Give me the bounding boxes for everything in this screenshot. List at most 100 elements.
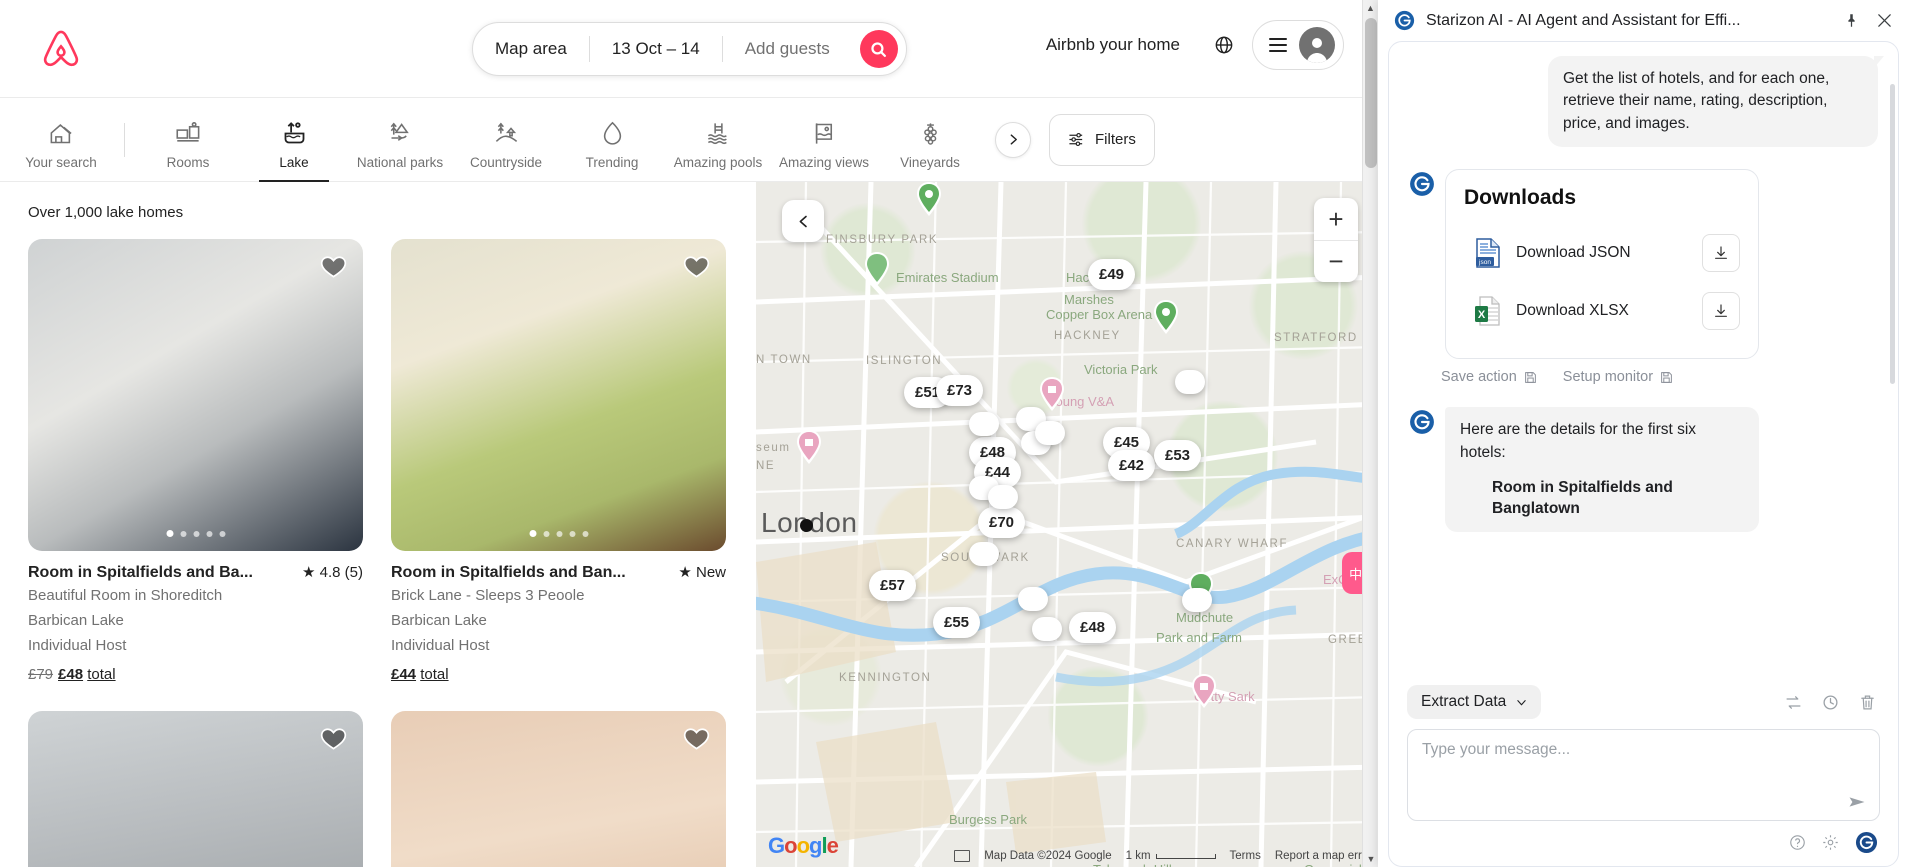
refresh-icon[interactable] bbox=[1785, 694, 1802, 711]
category-amazing-pools[interactable]: Amazing pools bbox=[665, 98, 771, 182]
save-action-button[interactable]: Save action bbox=[1441, 369, 1537, 385]
map-view[interactable]: FINSBURY PARK Emirates Stadium Hackney M… bbox=[756, 182, 1378, 867]
setup-monitor-button[interactable]: Setup monitor bbox=[1563, 369, 1673, 385]
listing-image[interactable] bbox=[28, 711, 363, 867]
category-label: Your search bbox=[25, 154, 97, 170]
heart-icon[interactable] bbox=[320, 725, 347, 752]
map-zoom-out-button[interactable]: − bbox=[1314, 240, 1358, 282]
map-zoom-controls[interactable]: + − bbox=[1314, 198, 1358, 282]
nav-right: Airbnb your home bbox=[1030, 20, 1344, 70]
scroll-down-arrow[interactable]: ▼ bbox=[1363, 851, 1378, 867]
map-price-pin[interactable]: £42 bbox=[1108, 450, 1156, 481]
listing-card[interactable] bbox=[28, 711, 363, 867]
chevron-right-icon[interactable] bbox=[995, 121, 1031, 158]
carousel-dots[interactable] bbox=[166, 530, 225, 537]
download-xlsx-row[interactable]: X Download XLSX bbox=[1464, 286, 1740, 336]
category-vineyards[interactable]: Vineyards bbox=[877, 98, 983, 182]
heart-icon[interactable] bbox=[683, 253, 710, 280]
map-price-pin[interactable]: £48 bbox=[1069, 612, 1117, 643]
search-dates[interactable]: 13 Oct – 14 bbox=[590, 23, 722, 75]
extract-data-dropdown[interactable]: Extract Data bbox=[1407, 685, 1542, 719]
gear-icon[interactable] bbox=[1822, 834, 1839, 851]
extract-data-label: Extract Data bbox=[1421, 693, 1507, 710]
map-blank-pin[interactable] bbox=[988, 485, 1018, 509]
map-blank-pin[interactable] bbox=[1032, 617, 1062, 641]
map-blank-pin[interactable] bbox=[969, 542, 999, 566]
search-location[interactable]: Map area bbox=[473, 23, 589, 75]
listing-subtitle-3: Individual Host bbox=[28, 636, 127, 654]
category-trending[interactable]: Trending bbox=[559, 98, 665, 182]
map-blank-pin[interactable] bbox=[1018, 587, 1048, 611]
listing-image[interactable] bbox=[28, 239, 363, 551]
map-scale-bar bbox=[1155, 853, 1216, 859]
listing-image[interactable] bbox=[391, 711, 726, 867]
save-icon bbox=[1661, 372, 1672, 383]
listing-card[interactable]: Room in Spitalfields and Ban... ★ New Br… bbox=[391, 239, 726, 683]
listing-image[interactable] bbox=[391, 239, 726, 551]
map-poi-pink-icon[interactable] bbox=[1039, 377, 1065, 411]
map-back-button[interactable] bbox=[782, 200, 824, 242]
panel-scrollbar[interactable] bbox=[1889, 84, 1896, 866]
trash-icon[interactable] bbox=[1859, 694, 1876, 711]
panel-title: Starizon AI - AI Agent and Assistant for… bbox=[1426, 11, 1741, 29]
map-poi-pink-icon[interactable] bbox=[796, 430, 822, 464]
user-avatar-icon[interactable] bbox=[1299, 27, 1335, 63]
send-icon[interactable] bbox=[1847, 792, 1867, 812]
category-your-search[interactable]: Your search bbox=[8, 98, 114, 182]
setup-monitor-label: Setup monitor bbox=[1562, 369, 1654, 386]
map-blank-pin[interactable] bbox=[1182, 588, 1212, 612]
map-price-pin[interactable]: £70 bbox=[978, 507, 1026, 538]
map-zoom-in-button[interactable]: + bbox=[1314, 198, 1358, 240]
search-guests[interactable]: Add guests bbox=[723, 23, 852, 75]
map-blank-pin[interactable] bbox=[1175, 370, 1205, 394]
message-input-box[interactable]: Type your message... bbox=[1407, 729, 1880, 821]
close-icon[interactable] bbox=[1873, 10, 1895, 32]
map-poi-green-icon[interactable] bbox=[1153, 300, 1179, 334]
chevron-down-icon bbox=[1517, 699, 1526, 705]
heart-icon[interactable] bbox=[683, 725, 710, 752]
pin-icon[interactable] bbox=[1840, 10, 1862, 32]
search-bar[interactable]: Map area 13 Oct – 14 Add guests bbox=[472, 22, 907, 76]
carousel-dots[interactable] bbox=[529, 530, 588, 537]
scrollbar-thumb[interactable] bbox=[1365, 18, 1377, 168]
map-report-link[interactable]: Report a map error bbox=[1275, 850, 1372, 862]
scroll-up-arrow[interactable]: ▲ bbox=[1363, 0, 1378, 16]
map-price-pin[interactable]: £49 bbox=[1088, 259, 1136, 290]
listing-card[interactable] bbox=[391, 711, 726, 867]
starizon-logo-icon[interactable] bbox=[1855, 831, 1878, 854]
category-countryside[interactable]: Countryside bbox=[453, 98, 559, 182]
panel-scrollbar-thumb[interactable] bbox=[1890, 84, 1895, 384]
map-poi-green-icon[interactable] bbox=[916, 182, 942, 216]
airbnb-your-home-link[interactable]: Airbnb your home bbox=[1030, 23, 1196, 67]
hamburger-icon[interactable] bbox=[1269, 38, 1287, 52]
keyboard-icon[interactable] bbox=[954, 850, 971, 862]
user-menu-button[interactable] bbox=[1252, 20, 1344, 70]
category-amazing-views[interactable]: Amazing views bbox=[771, 98, 877, 182]
help-icon[interactable] bbox=[1789, 834, 1806, 851]
listing-card[interactable]: Room in Spitalfields and Ba... ★ 4.8 (5)… bbox=[28, 239, 363, 683]
map-terms-link[interactable]: Terms bbox=[1230, 850, 1261, 862]
category-lake[interactable]: Lake bbox=[241, 98, 347, 182]
map-price-pin[interactable]: £55 bbox=[933, 607, 981, 638]
map-price-pin[interactable]: £53 bbox=[1154, 440, 1202, 471]
map-canvas[interactable]: FINSBURY PARK Emirates Stadium Hackney M… bbox=[756, 182, 1378, 867]
category-rooms[interactable]: Rooms bbox=[135, 98, 241, 182]
map-price-pin[interactable]: £73 bbox=[936, 375, 984, 406]
globe-icon[interactable] bbox=[1202, 23, 1246, 67]
search-icon[interactable] bbox=[859, 30, 898, 68]
map-poi-green-icon[interactable] bbox=[864, 252, 890, 286]
page-scrollbar[interactable]: ▲ ▼ bbox=[1362, 0, 1378, 867]
filters-button[interactable]: Filters bbox=[1049, 113, 1155, 166]
heart-icon[interactable] bbox=[320, 253, 347, 280]
download-icon[interactable] bbox=[1702, 292, 1740, 331]
map-blank-pin[interactable] bbox=[1035, 421, 1065, 445]
category-national-parks[interactable]: National parks bbox=[347, 98, 453, 182]
history-clock-icon[interactable] bbox=[1822, 694, 1839, 711]
airbnb-logo-icon[interactable] bbox=[40, 28, 82, 70]
map-blank-pin[interactable] bbox=[969, 412, 999, 436]
svg-text:X: X bbox=[1478, 309, 1486, 321]
download-icon[interactable] bbox=[1702, 234, 1740, 273]
map-price-pin[interactable]: £57 bbox=[869, 570, 917, 601]
download-json-row[interactable]: json Download JSON bbox=[1464, 228, 1740, 278]
map-poi-pink-icon[interactable] bbox=[1191, 674, 1217, 708]
